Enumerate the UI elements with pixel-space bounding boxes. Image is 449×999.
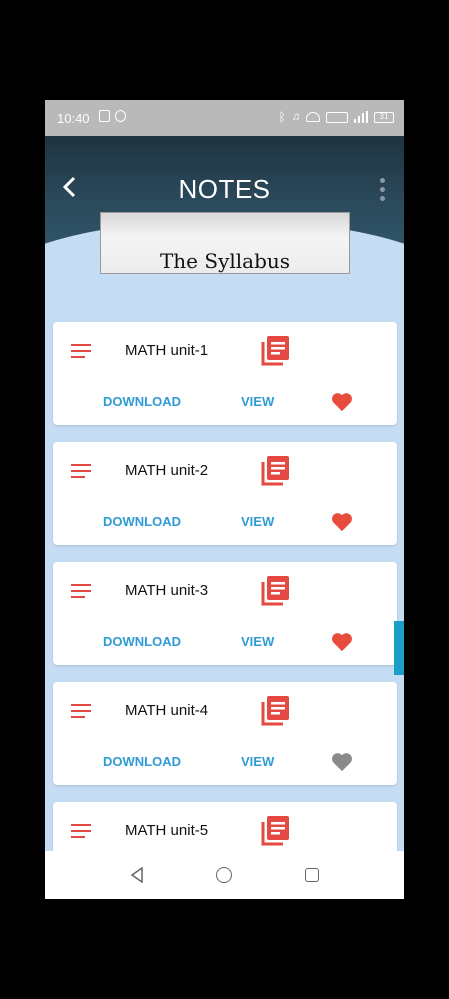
page-title: NOTES <box>178 174 271 204</box>
note-title: MATH unit-2 <box>125 462 209 479</box>
heart-icon[interactable] <box>331 632 353 652</box>
view-button[interactable]: VIEW <box>241 394 274 409</box>
list-icon <box>71 824 91 838</box>
signal-icon <box>354 111 368 123</box>
nav-back-icon[interactable] <box>129 867 145 883</box>
note-title: MATH unit-5 <box>125 822 209 839</box>
more-options-button[interactable] <box>380 178 386 202</box>
wifi-icon <box>306 112 320 122</box>
nav-recents-icon[interactable] <box>305 868 319 882</box>
view-button[interactable]: VIEW <box>241 754 274 769</box>
download-button[interactable]: DOWNLOAD <box>103 394 181 409</box>
sync-icon <box>115 110 126 122</box>
status-left-icons <box>99 110 126 122</box>
card-actions: DOWNLOAD VIEW <box>53 752 397 774</box>
syllabus-banner-text: The Syllabus <box>159 249 291 273</box>
card-actions: DOWNLOAD VIEW <box>53 512 397 534</box>
heart-icon[interactable] <box>331 392 353 412</box>
status-time: 10:40 <box>57 111 90 126</box>
note-card: MATH unit-1 DOWNLOAD VIEW <box>53 322 397 425</box>
volte-icon <box>326 111 348 123</box>
status-bar: 10:40 ᛒ ♫ 31 <box>45 100 404 136</box>
download-button[interactable]: DOWNLOAD <box>103 514 181 529</box>
bell-muted-icon: ♫ <box>291 111 300 123</box>
more-vert-dot <box>380 196 385 201</box>
video-call-icon <box>99 110 110 122</box>
document-icon[interactable] <box>259 336 289 368</box>
nav-home-icon[interactable] <box>216 867 232 883</box>
list-icon <box>71 464 91 478</box>
note-card: MATH unit-4 DOWNLOAD VIEW <box>53 682 397 785</box>
note-title: MATH unit-4 <box>125 702 209 719</box>
document-icon[interactable] <box>259 816 289 848</box>
document-icon[interactable] <box>259 456 289 488</box>
syllabus-banner: The Syllabus <box>100 212 350 274</box>
download-button[interactable]: DOWNLOAD <box>103 634 181 649</box>
note-title: MATH unit-1 <box>125 342 209 359</box>
card-actions: DOWNLOAD VIEW <box>53 632 397 654</box>
view-button[interactable]: VIEW <box>241 634 274 649</box>
system-nav-bar <box>45 851 404 899</box>
card-actions: DOWNLOAD VIEW <box>53 392 397 414</box>
heart-icon[interactable] <box>331 512 353 532</box>
scrollbar-thumb[interactable] <box>394 621 404 675</box>
list-icon <box>71 584 91 598</box>
heart-icon[interactable] <box>331 752 353 772</box>
list-icon <box>71 344 91 358</box>
note-card: MATH unit-2 DOWNLOAD VIEW <box>53 442 397 545</box>
note-title: MATH unit-3 <box>125 582 209 599</box>
bluetooth-icon: ᛒ <box>278 110 286 124</box>
download-button[interactable]: DOWNLOAD <box>103 754 181 769</box>
view-button[interactable]: VIEW <box>241 514 274 529</box>
phone-screen: 10:40 ᛒ ♫ 31 NOTES The Syllabus MATH uni… <box>45 100 404 899</box>
more-vert-icon <box>380 178 385 183</box>
list-icon <box>71 704 91 718</box>
status-right-icons: ᛒ ♫ 31 <box>279 110 394 124</box>
note-card: MATH unit-3 DOWNLOAD VIEW <box>53 562 397 665</box>
battery-icon: 31 <box>374 111 394 123</box>
more-vert-dot <box>380 187 385 192</box>
document-icon[interactable] <box>259 696 289 728</box>
document-icon[interactable] <box>259 576 289 608</box>
